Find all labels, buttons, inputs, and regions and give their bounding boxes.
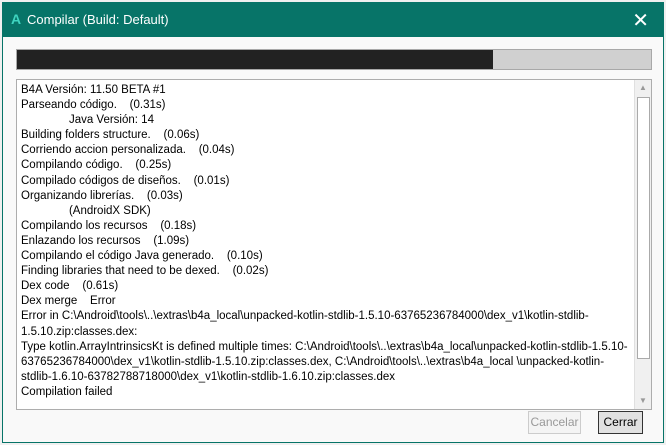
log-line: Error in C:\Android\tools\..\extras\b4a_… (21, 310, 589, 338)
close-icon[interactable]: ✕ (632, 8, 649, 33)
b4a-logo-icon: A (11, 11, 22, 27)
progress-bar (16, 49, 652, 70)
log-line: Corriendo accion personalizada. (0.04s) (21, 144, 235, 157)
progress-fill (17, 50, 493, 69)
log-line: Dex merge Error (21, 295, 116, 308)
log-line: Finding libraries that need to be dexed.… (21, 265, 269, 278)
log-line: Dex code (0.61s) (21, 280, 119, 293)
log-line: Java Versión: 14 (21, 114, 154, 127)
log-line: Compilado códigos de diseños. (0.01s) (21, 174, 230, 187)
log-line: Building folders structure. (0.06s) (21, 129, 200, 142)
log-line: Compilation failed (21, 385, 113, 398)
log-line: Enlazando los recursos (1.09s) (21, 234, 190, 247)
log-lines: B4A Versión: 11.50 BETA #1 Parseando códi… (21, 83, 633, 400)
compile-log[interactable]: B4A Versión: 11.50 BETA #1 Parseando códi… (16, 79, 652, 410)
close-button[interactable]: Cerrar (598, 411, 643, 434)
log-line: Parseando código. (0.31s) (21, 99, 166, 112)
log-line: Compilando los recursos (0.18s) (21, 219, 197, 232)
log-line: Compilando el código Java generado. (0.1… (21, 250, 263, 263)
dialog-title: Compilar (Build: Default) (27, 12, 169, 27)
title-bar: A Compilar (Build: Default) ✕ (3, 3, 663, 37)
scroll-up-icon[interactable]: ▲ (635, 80, 651, 96)
log-line: Compilando código. (0.25s) (21, 159, 172, 172)
log-line: B4A Versión: 11.50 BETA #1 (21, 84, 166, 96)
log-line: (AndroidX SDK) (21, 204, 151, 217)
scrollbar[interactable]: ▲ ▼ (634, 80, 651, 409)
cancel-button[interactable]: Cancelar (528, 411, 581, 434)
scroll-down-icon[interactable]: ▼ (635, 393, 651, 409)
compile-dialog: A Compilar (Build: Default) ✕ B4A Versió… (2, 2, 664, 443)
log-line: Organizando librerías. (0.03s) (21, 189, 183, 202)
scroll-thumb[interactable] (637, 97, 650, 359)
log-line: Type kotlin.ArrayIntrinsicsKt is defined… (21, 340, 628, 383)
